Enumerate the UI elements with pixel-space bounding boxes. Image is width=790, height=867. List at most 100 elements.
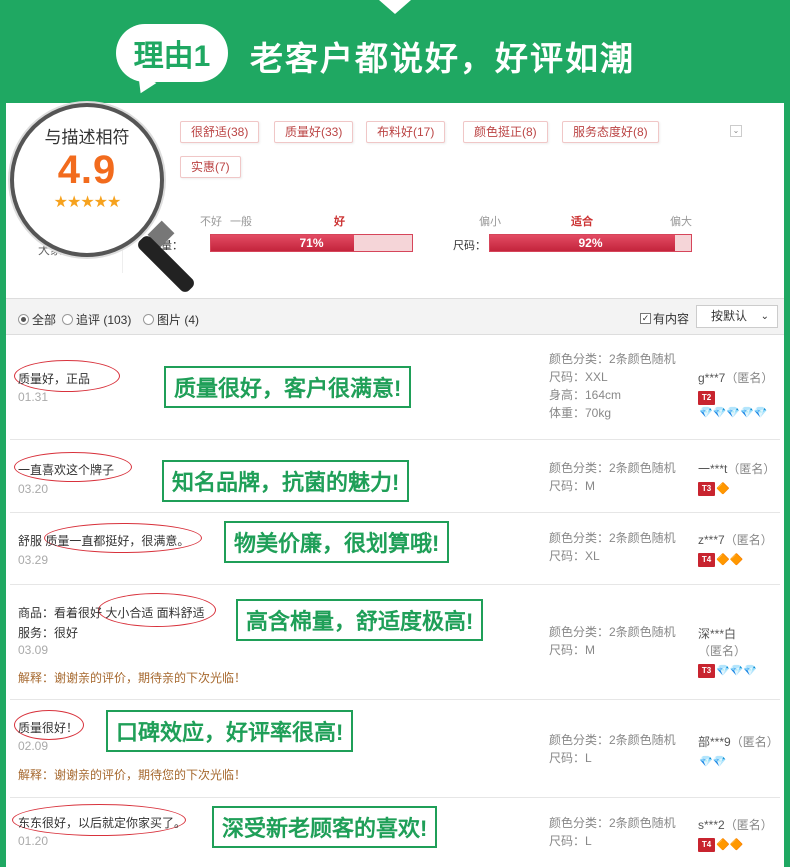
reviewer-level: T3 💎💎💎 [698,663,780,678]
level-badge: T4 [698,552,715,567]
level-badge: T4 [698,837,715,852]
tag-chip[interactable]: 颜色挺正(8) [463,121,548,143]
seller-reply: 解释：谢谢亲的评价，期待亲的下次光临！ [18,671,247,685]
rating-magnifier: 与描述相符 4.9 ★★★★★ [10,103,164,257]
review-date: 03.29 [18,553,49,567]
size-bar: 92% [489,234,692,252]
review-text: 商品：看着很好 大小合适 面料舒适 [18,606,205,620]
sku-size: 尺码：XL [549,549,600,563]
quality-scale-low: 不好 [200,216,222,228]
anonymous-label: （匿名） [724,818,773,832]
chevron-down-icon[interactable]: ⌄ [730,125,742,137]
reviewer-name: g***7 [698,371,726,385]
has-content-label: 有内容 [653,312,690,326]
tag-chip[interactable]: 布料好(17) [366,121,446,143]
anonymous-label: （匿名） [724,533,773,547]
has-content-checkbox[interactable]: ✓ 有内容 [640,310,689,327]
sku-color: 颜色分类：2条颜色随机 [549,625,676,639]
sort-value: 按默认 [711,309,748,323]
checkmark-icon: ✓ [640,313,651,324]
review-row: 一直喜欢这个牌子 03.20 知名品牌，抗菌的魅力! 颜色分类：2条颜色随机 尺… [10,440,780,513]
quality-percent: 71% [299,236,324,250]
filter-followup-radio[interactable]: 追评 (103) [62,311,131,328]
chevron-down-icon: ⌄ [760,311,769,322]
review-date: 03.09 [18,643,49,657]
rating-label: 与描述相符 [44,128,130,147]
sku-color: 颜色分类：2条颜色随机 [549,461,676,475]
tag-chip[interactable]: 服务态度好(8) [562,121,659,143]
tag-chip[interactable]: 实惠(7) [180,156,241,178]
review-sku: 颜色分类：2条颜色随机 尺码：XXL 身高：164cm 体重：70kg [549,350,676,422]
top-notch [379,0,411,14]
reviewer: z***7（匿名） T4 🔶🔶 [698,531,773,567]
filter-bar: 全部 追评 (103) 图片 (4) ✓ 有内容 按默认 ⌄ [6,299,784,335]
reviewer-name: 一***t [698,462,728,476]
review-row: 质量好，正品 01.31 质量很好，客户很满意! 颜色分类：2条颜色随机 尺码：… [10,336,780,440]
highlight-callout: 物美价廉，很划算哦! [224,521,450,563]
reviewer-level: T4 🔶🔶 [698,552,773,567]
reviewer: 一***t（匿名） T3 🔶 [698,460,775,496]
sku-weight: 体重：70kg [549,406,612,420]
quality-scale-high: 好 [334,216,345,228]
reviewer: g***7（匿名） T2 💎💎💎💎💎 [698,369,780,419]
anonymous-label: （匿名） [730,735,779,749]
banner-headline: 老客户都说好，好评如潮 [250,40,635,77]
reviewer: 部***9（匿名） 💎💎 [698,733,779,768]
diamond-icon: 🔶🔶 [716,839,744,852]
review-text-service: 服务：很好 [18,626,79,640]
seller-reply: 解释：谢谢亲的评价，期待您的下次光临！ [18,768,247,782]
review-row: 商品：看着很好 大小合适 面料舒适 服务：很好 03.09 解释：谢谢亲的评价，… [10,585,780,700]
review-sku: 颜色分类：2条颜色随机 尺码：L [549,731,676,767]
review-row: 质量很好！ 02.09 解释：谢谢亲的评价，期待您的下次光临！ 口碑效应，好评率… [10,700,780,798]
diamond-icon: 🔶🔶 [716,554,744,567]
level-badge: T3 [698,663,715,678]
size-percent: 92% [578,236,603,250]
review-date: 01.31 [18,390,49,404]
filter-pictures-radio[interactable]: 图片 (4) [143,311,199,328]
review-sku: 颜色分类：2条颜色随机 尺码：XL [549,529,676,565]
tag-chip[interactable]: 很舒适(38) [180,121,260,143]
sort-select[interactable]: 按默认 ⌄ [696,305,778,328]
review-row: 东东很好，以后就定你家买了。 01.20 深受新老顾客的喜欢! 颜色分类：2条颜… [10,798,780,867]
review-date: 01.20 [18,834,49,848]
size-scale-mid: 适合 [571,216,593,228]
heart-icon: 💎💎 [699,756,727,769]
anonymous-label: （匿名） [725,371,774,385]
radio-icon [18,314,29,325]
sku-size: 尺码：M [549,479,595,493]
review-row: 舒服 质量一直都挺好，很满意。 03.29 物美价廉，很划算哦! 颜色分类：2条… [10,513,780,585]
review-date: 02.09 [18,739,49,753]
rating-score: 4.9 [57,148,117,192]
anonymous-label: （匿名） [698,644,747,658]
reason-badge: 理由1 [116,24,228,82]
review-text: 质量很好！ [18,721,79,735]
highlight-callout: 深受新老顾客的喜欢! [212,806,438,848]
radio-icon [143,314,154,325]
review-sku: 颜色分类：2条颜色随机 尺码：L [549,814,676,850]
reviewer: s***2（匿名） T4 🔶🔶 [698,816,773,852]
reviewer-name: s***2 [698,818,725,832]
level-badge: T2 [698,390,715,405]
anonymous-label: （匿名） [727,462,776,476]
reviewer-name: 深***白 [698,627,737,641]
highlight-callout: 质量很好，客户很满意! [164,366,412,408]
filter-all-radio[interactable]: 全部 [18,311,56,328]
review-text: 质量好，正品 [18,372,91,386]
radio-icon [62,314,73,325]
sku-size: 尺码：XXL [549,370,608,384]
filter-pictures-label: 图片 (4) [157,313,200,327]
size-scale-high: 偏大 [670,216,692,228]
sku-color: 颜色分类：2条颜色随机 [549,816,676,830]
reviewer-level: T2 💎💎💎💎💎 [698,390,780,419]
tag-chip[interactable]: 质量好(33) [274,121,354,143]
filter-all-label: 全部 [32,313,57,327]
reviewer-name: z***7 [698,533,725,547]
heart-icon: 💎💎💎 [716,665,758,678]
level-badge: T3 [698,481,715,496]
highlight-callout: 知名品牌，抗菌的魅力! [162,460,410,502]
diamond-icon: 🔶 [716,483,730,496]
reviewer-level: 💎💎 [698,754,779,768]
rating-stars: ★★★★★ [53,194,122,211]
size-label: 尺码： [453,240,486,252]
review-panel: 与描述相符 4.9 ★★★★★ 大家认为 很舒适(38) 质量好(33) 布料好… [6,103,784,867]
